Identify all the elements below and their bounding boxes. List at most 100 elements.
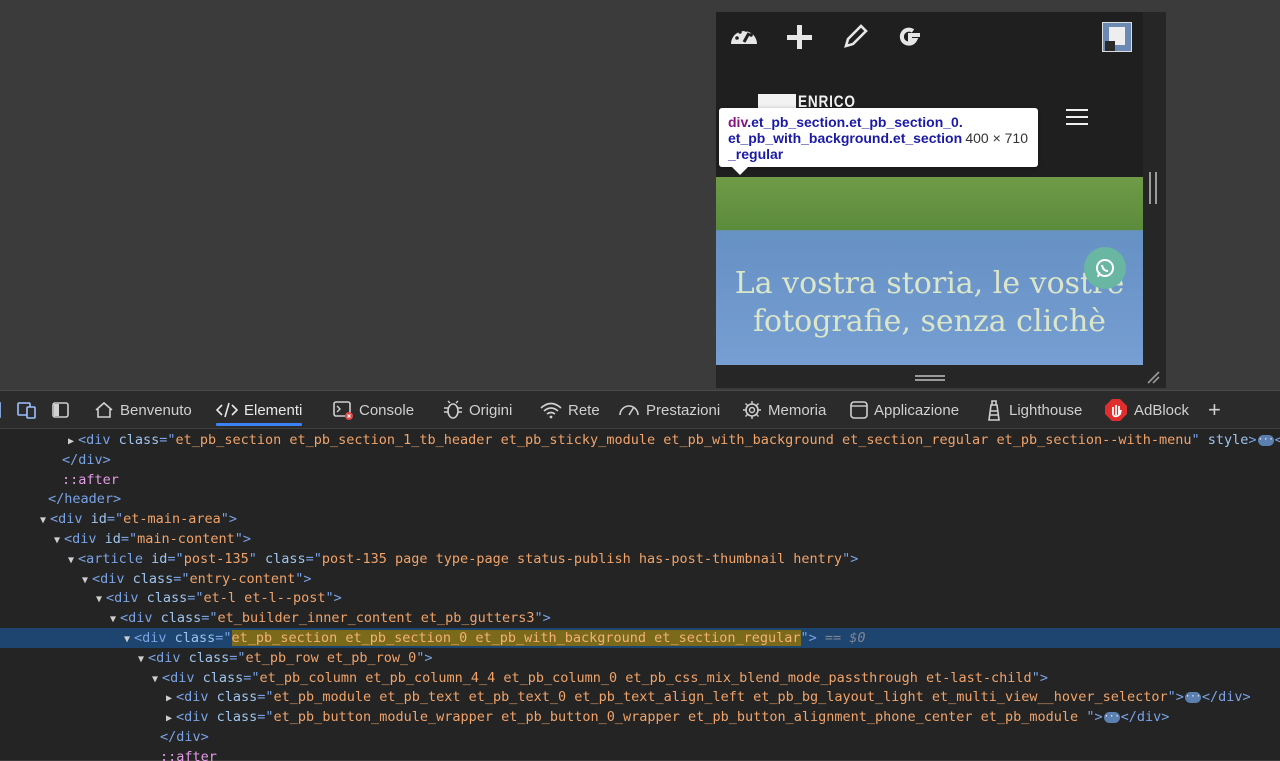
attr-name: class	[216, 689, 258, 706]
tag-token: "	[248, 550, 265, 567]
tab-label: AdBlock	[1134, 401, 1190, 419]
tab-prestazioni[interactable]: Prestazioni	[618, 391, 720, 429]
attr-value: et-main-area	[123, 511, 221, 528]
tab-memoria[interactable]: Memoria	[742, 391, 826, 429]
dom-node[interactable]: ▼ <div class="et-l et-l--post">	[0, 588, 1280, 608]
resize-handle-right[interactable]	[1149, 172, 1157, 204]
tab-label: Benvenuto	[120, 401, 192, 419]
dock-sidebar-icon[interactable]	[51, 401, 71, 419]
tag-token: ="	[167, 550, 184, 567]
wp-admin-bar	[716, 12, 1143, 62]
attr-value: et_pb_section et_pb_section_1_tb_header …	[175, 432, 1192, 448]
tab-applicazione[interactable]: Applicazione	[850, 391, 959, 429]
tab-benvenuto[interactable]: Benvenuto	[94, 391, 192, 429]
tag-token: ="	[257, 689, 274, 706]
pseudo-element: ::after	[160, 748, 217, 761]
collapsed-content-ellipsis-icon[interactable]: ···	[1257, 434, 1274, 446]
attr-value: et_pb_row et_pb_row_0	[245, 649, 417, 666]
dashboard-icon[interactable]	[728, 22, 760, 52]
whatsapp-icon[interactable]	[1084, 247, 1126, 289]
tag-token: ">	[800, 630, 817, 646]
attr-value: entry-content	[189, 570, 296, 587]
add-new-icon[interactable]	[784, 22, 816, 52]
dom-node[interactable]: ▼ <div class="et_builder_inner_content et…	[0, 608, 1280, 628]
wifi-icon	[540, 402, 562, 419]
dom-tree[interactable]: ▶ <div class="et_pb_section et_pb_section…	[0, 429, 1280, 761]
dom-node[interactable]: ▶ <div class="et_pb_module et_pb_text et_…	[0, 687, 1280, 707]
attr-name: id	[104, 531, 121, 547]
resize-handle-bottom[interactable]	[915, 375, 945, 381]
dom-node[interactable]: </header>	[0, 489, 1280, 509]
tab-lighthouse[interactable]: Lighthouse	[985, 391, 1082, 429]
inspect-element-icon[interactable]	[0, 401, 6, 419]
avatar[interactable]	[1102, 22, 1132, 52]
chip-icon	[743, 401, 761, 419]
tag-token: ="	[159, 432, 176, 448]
app-icon	[850, 401, 868, 419]
dom-node[interactable]: ▼ <div class="entry-content">	[0, 569, 1280, 589]
tag-token: ="	[305, 550, 322, 567]
dom-node[interactable]: ▼ <article id="post-135" class="post-135 …	[0, 549, 1280, 569]
tag-token: ">	[534, 610, 551, 627]
attr-name: class	[188, 649, 230, 666]
attr-name: class	[146, 590, 188, 607]
tab-label: Elementi	[244, 401, 303, 419]
tag-token: ="	[257, 709, 274, 726]
dom-node[interactable]: </div>	[0, 727, 1280, 747]
bug-icon	[444, 400, 462, 419]
tooltip-selector: div.et_pb_section.et_pb_section_0.et_pb_…	[728, 114, 963, 162]
tooltip-tag: div	[728, 114, 748, 130]
tag-token: ="	[243, 669, 260, 686]
dom-node[interactable]: ::after	[0, 747, 1280, 761]
viewport-right-edge	[1143, 12, 1166, 365]
page-viewport: ENRICO La vostra storia, le vostre fotog…	[0, 0, 1280, 390]
element-tooltip: div.et_pb_section.et_pb_section_0.et_pb_…	[719, 108, 1038, 175]
tab-console[interactable]: Console	[333, 391, 414, 429]
dom-node[interactable]: ▼ <div id="main-content">	[0, 529, 1280, 549]
dom-node[interactable]: ▶ <div class="et_pb_button_module_wrapper…	[0, 707, 1280, 727]
tab-label: Lighthouse	[1009, 401, 1083, 419]
viewport-bottom-edge	[716, 365, 1166, 388]
dom-node[interactable]: ▶ <div class="et_pb_section et_pb_section…	[0, 430, 1280, 450]
tag-token: <div	[176, 709, 217, 726]
edit-pencil-icon[interactable]	[840, 22, 872, 52]
dom-node[interactable]: ▼ <div class="et_pb_column et_pb_column_4…	[0, 668, 1280, 688]
tag-token: ="	[215, 630, 232, 646]
attr-value: post-135	[183, 550, 249, 567]
dom-node[interactable]: </div>	[0, 450, 1280, 470]
tag-token: <div	[64, 531, 105, 547]
google-icon[interactable]	[894, 22, 926, 52]
resize-corner-icon[interactable]	[1146, 370, 1160, 384]
tab-adblock[interactable]: AdBlock	[1104, 391, 1189, 429]
attr-name: class	[118, 432, 160, 448]
tag-token: <article	[78, 550, 152, 567]
lighthouse-icon	[988, 400, 1000, 421]
tab-label: Console	[359, 401, 415, 419]
device-emulation-icon[interactable]	[17, 401, 37, 419]
tag-token: <div	[92, 570, 133, 587]
tag-token: <div	[120, 610, 161, 627]
attr-value: et_pb_column et_pb_column_4_4 et_pb_colu…	[259, 669, 1032, 686]
tag-token: ">	[842, 550, 859, 567]
tab-origini[interactable]: Origini	[443, 391, 512, 429]
attr-value: main-content	[137, 531, 235, 547]
tag-token: ="	[120, 531, 138, 547]
tooltip-classes: .et_pb_section.et_pb_section_0.et_pb_wit…	[728, 114, 963, 162]
dom-node-selected[interactable]: ▼ <div class="et_pb_section et_pb_section…	[0, 628, 1280, 648]
tag-token: ="	[187, 590, 204, 607]
attr-name: id	[151, 550, 168, 567]
code-icon	[216, 402, 238, 418]
dom-node[interactable]: ▼ <div class="et_pb_row et_pb_row_0">	[0, 648, 1280, 668]
dom-node[interactable]: ▼ <div id="et-main-area">	[0, 509, 1280, 529]
collapsed-content-ellipsis-icon[interactable]: ···	[1103, 711, 1120, 723]
tab-rete[interactable]: Rete	[540, 391, 600, 429]
tag-token: ">	[325, 590, 342, 607]
attr-name: class	[160, 610, 202, 627]
collapsed-content-ellipsis-icon[interactable]: ···	[1184, 691, 1201, 703]
menu-hamburger-icon[interactable]	[1066, 109, 1088, 127]
hero-title-line-1: La vostra storia, le vostre	[734, 266, 1125, 301]
tag-token: <div	[134, 630, 175, 646]
tab-elementi[interactable]: Elementi	[216, 391, 303, 429]
dom-node[interactable]: ::after	[0, 470, 1280, 490]
add-tab-button[interactable]: +	[1208, 391, 1221, 429]
